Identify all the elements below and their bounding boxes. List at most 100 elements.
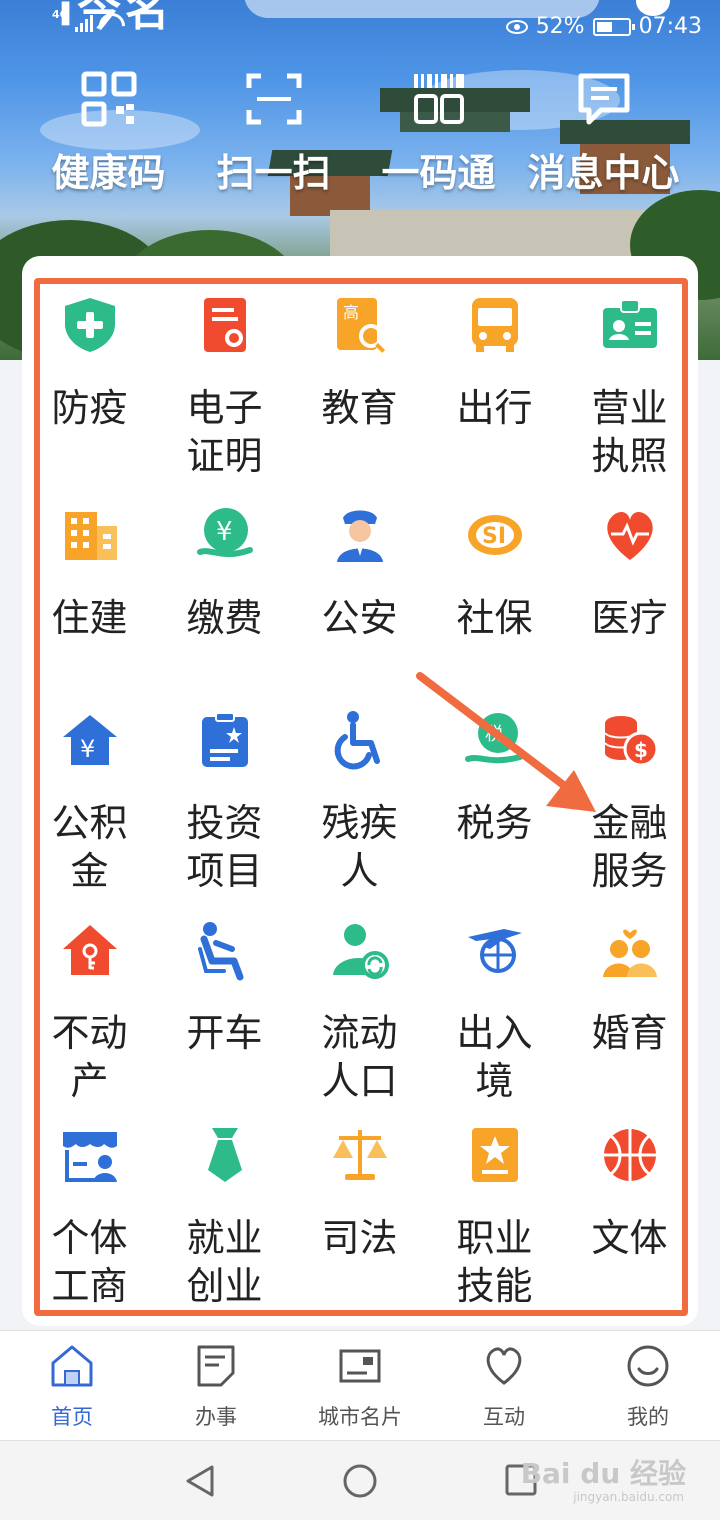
quick-action-label: 消息中心 [527, 151, 680, 195]
nav-interact[interactable]: 互动 [432, 1331, 576, 1440]
document-icon [197, 1345, 235, 1387]
driver-icon [197, 922, 243, 981]
service-real-estate[interactable]: 不动产 [22, 911, 157, 1116]
nav-home[interactable]: 首页 [0, 1331, 144, 1440]
service-judiciary[interactable]: 司法 [292, 1116, 427, 1316]
smile-icon [627, 1345, 669, 1387]
service-medical[interactable]: 医疗 [562, 496, 697, 701]
social-security-icon: SI [467, 515, 522, 555]
eye-comfort-icon [505, 19, 528, 34]
service-immigration[interactable]: 出入境 [427, 911, 562, 1116]
service-housing-fund[interactable]: ¥ 公积金 [22, 701, 157, 911]
service-label: 开车 [186, 1011, 263, 1055]
certificate-icon [203, 298, 246, 352]
service-label: 不动产 [51, 1011, 128, 1103]
quick-action-label: 扫一扫 [216, 151, 331, 195]
watermark-url: jingyan.baidu.com [573, 1490, 684, 1504]
back-icon[interactable] [184, 1463, 216, 1499]
service-label: 教育 [321, 386, 398, 430]
svg-text:¥: ¥ [80, 735, 95, 763]
quick-scan[interactable]: 扫一扫 [191, 70, 356, 197]
signal-icon [74, 12, 93, 32]
shield-plus-icon [64, 298, 115, 352]
nav-label: 城市名片 [318, 1405, 402, 1429]
network-type: 4G [52, 7, 69, 21]
nav-label: 互动 [483, 1405, 525, 1429]
svg-text:$: $ [634, 738, 648, 762]
home-button-icon[interactable] [342, 1463, 378, 1499]
service-label: 缴费 [186, 596, 263, 640]
service-label: 社保 [456, 596, 533, 640]
service-individual-business[interactable]: 个体工商 [22, 1116, 157, 1316]
quick-health-code[interactable]: 健康码 [26, 70, 191, 197]
service-label: 个体工商 [51, 1216, 128, 1308]
service-e-certificate[interactable]: 电子证明 [157, 286, 292, 496]
service-label: 电子证明 [186, 386, 263, 478]
svg-text:高: 高 [343, 303, 359, 322]
house-yuan-icon: ¥ [62, 715, 117, 765]
service-fangyi[interactable]: 防疫 [22, 286, 157, 496]
service-label: 公安 [321, 596, 398, 640]
quick-one-code[interactable]: 一码通 [356, 70, 521, 197]
nav-label: 首页 [51, 1405, 93, 1429]
heart-pulse-icon [606, 511, 653, 560]
heart-icon [486, 1347, 522, 1385]
service-social-security[interactable]: SI 社保 [427, 496, 562, 701]
license-card-icon [602, 299, 657, 348]
wheelchair-icon [334, 711, 380, 770]
scan-icon [246, 73, 301, 125]
service-driving[interactable]: 开车 [157, 911, 292, 1116]
service-finance[interactable]: $ 金融服务 [562, 701, 697, 911]
person-refresh-icon [332, 924, 389, 979]
home-icon [51, 1345, 93, 1387]
service-label: 税务 [456, 801, 533, 845]
service-label: 文体 [591, 1216, 668, 1260]
nav-mine[interactable]: 我的 [576, 1331, 720, 1440]
service-floating-population[interactable]: 流动人口 [292, 911, 427, 1116]
service-label: 出行 [456, 386, 533, 430]
qr-code-icon [81, 71, 136, 127]
svg-text:SI: SI [482, 524, 506, 549]
svg-text:¥: ¥ [216, 517, 233, 547]
barcode-icon [413, 74, 464, 124]
service-tax[interactable]: 税 税务 [427, 701, 562, 911]
yuan-hand-icon: ¥ [196, 508, 253, 557]
service-education[interactable]: 高 教育 [292, 286, 427, 496]
message-icon [578, 73, 629, 125]
bus-icon [471, 298, 518, 352]
nav-label: 我的 [627, 1405, 669, 1429]
scales-icon [332, 1130, 387, 1180]
service-label: 投资项目 [186, 801, 263, 893]
nav-city-card[interactable]: 城市名片 [288, 1331, 432, 1440]
service-label: 住建 [51, 596, 128, 640]
service-business-license[interactable]: 营业执照 [562, 286, 697, 496]
quick-message-center[interactable]: 消息中心 [521, 70, 686, 197]
shop-icon [62, 1132, 117, 1182]
education-icon: 高 [336, 298, 385, 353]
basketball-icon [603, 1129, 656, 1181]
service-investment[interactable]: 投资项目 [157, 701, 292, 911]
clipboard-star-icon [201, 712, 248, 767]
nav-services[interactable]: 办事 [144, 1331, 288, 1440]
police-icon [336, 510, 383, 562]
service-disabled[interactable]: 残疾人 [292, 701, 427, 911]
service-vocational-skills[interactable]: 职业技能 [427, 1116, 562, 1316]
tie-icon [207, 1128, 242, 1182]
building-icon [64, 512, 117, 560]
service-payment[interactable]: ¥ 缴费 [157, 496, 292, 701]
service-label: 营业执照 [591, 386, 668, 478]
service-culture-sports[interactable]: 文体 [562, 1116, 697, 1316]
service-label: 金融服务 [591, 801, 668, 893]
badge-star-icon [471, 1128, 518, 1182]
service-marriage[interactable]: 婚育 [562, 911, 697, 1116]
service-label: 司法 [321, 1216, 398, 1260]
service-police[interactable]: 公安 [292, 496, 427, 701]
battery-percent: 52% [535, 14, 585, 39]
plane-globe-icon [467, 929, 522, 973]
service-employment[interactable]: 就业创业 [157, 1116, 292, 1316]
service-travel[interactable]: 出行 [427, 286, 562, 496]
service-housing[interactable]: 住建 [22, 496, 157, 701]
quick-action-label: 一码通 [381, 151, 496, 195]
city-card-icon [339, 1349, 381, 1383]
coins-icon: $ [603, 716, 658, 767]
